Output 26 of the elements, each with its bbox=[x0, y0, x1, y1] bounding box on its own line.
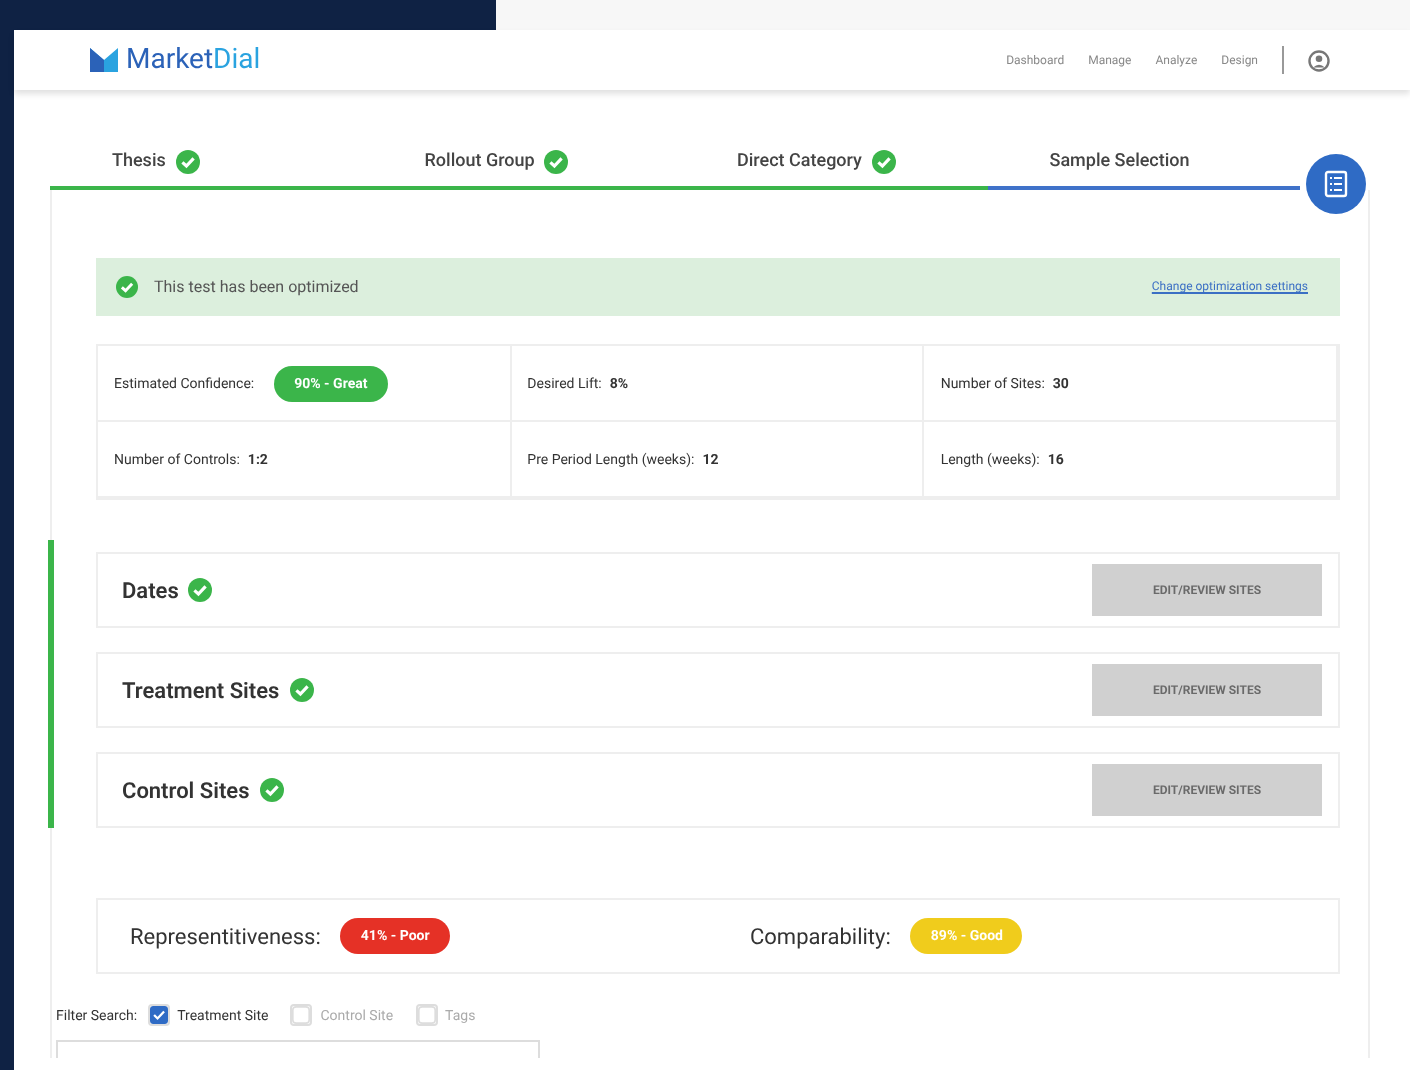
check-circle-icon bbox=[188, 578, 213, 602]
logo-text: MarketDial bbox=[126, 44, 261, 76]
step-tab[interactable]: Direct Category bbox=[675, 150, 988, 190]
logo-icon bbox=[90, 48, 118, 72]
check-circle-icon bbox=[175, 150, 200, 174]
check-circle-icon bbox=[289, 678, 314, 702]
checklist-button[interactable] bbox=[1306, 154, 1366, 214]
checkbox[interactable] bbox=[415, 1004, 438, 1026]
search-field[interactable] bbox=[56, 1040, 540, 1058]
account-icon[interactable] bbox=[1308, 49, 1330, 71]
check-circle-icon bbox=[871, 150, 896, 174]
section-title: Dates bbox=[122, 577, 179, 603]
check-circle-icon bbox=[116, 276, 138, 298]
checkbox[interactable] bbox=[290, 1004, 313, 1026]
checklist-icon bbox=[1324, 170, 1348, 198]
checkbox[interactable] bbox=[147, 1004, 170, 1026]
banner-message: This test has been optimized bbox=[154, 278, 359, 296]
check-circle-icon bbox=[544, 150, 569, 174]
score-label: Representitiveness: bbox=[130, 923, 321, 949]
check-circle-icon bbox=[259, 778, 284, 802]
section-title: Treatment Sites bbox=[122, 677, 280, 703]
step-tab[interactable]: Thesis bbox=[50, 150, 363, 190]
step-tab[interactable]: Rollout Group bbox=[362, 150, 675, 190]
section-title: Control Sites bbox=[122, 777, 250, 803]
step-tab[interactable]: Sample Selection bbox=[987, 150, 1300, 190]
score-label: Comparability: bbox=[750, 923, 891, 949]
